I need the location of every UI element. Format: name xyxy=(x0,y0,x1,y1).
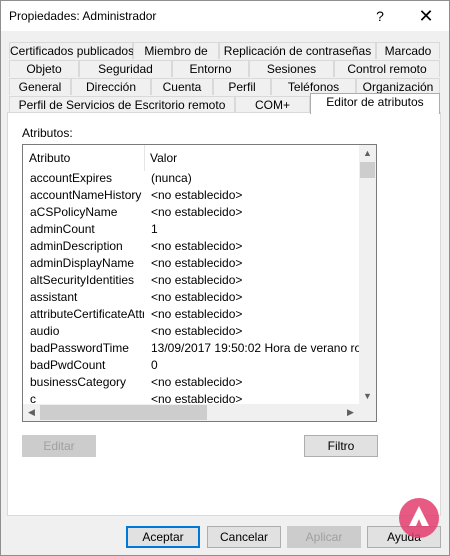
tab-seguridad[interactable]: Seguridad xyxy=(79,60,172,77)
attribute-name: adminDisplayName xyxy=(30,256,135,270)
help-title-button[interactable]: ? xyxy=(357,1,403,31)
tab-control-remoto[interactable]: Control remoto xyxy=(334,60,440,77)
attribute-value: <no establecido> xyxy=(151,290,243,304)
attribute-name: assistant xyxy=(30,290,78,304)
accept-button[interactable]: Aceptar xyxy=(126,526,200,548)
attribute-value: <no establecido> xyxy=(151,273,243,287)
attribute-value: <no establecido> xyxy=(151,205,243,219)
tab-miembro-de[interactable]: Miembro de xyxy=(133,42,219,59)
table-row[interactable]: accountNameHistory <no establecido> xyxy=(23,187,363,204)
attributes-list[interactable]: Atributo Valor accountExpires (nunca) acco… xyxy=(22,144,377,422)
tab-perfil[interactable]: Perfil xyxy=(213,78,271,95)
window-title: Propiedades: Administrador xyxy=(9,9,157,23)
table-row[interactable]: adminDescription <no establecido> xyxy=(23,238,363,255)
attribute-value: <no establecido> xyxy=(151,375,243,389)
tab-com-plus[interactable]: COM+ xyxy=(235,96,310,113)
attributes-label: Atributos: xyxy=(22,126,73,140)
table-row[interactable]: assistant <no establecido> xyxy=(23,289,363,306)
filter-button[interactable]: Filtro xyxy=(304,435,378,457)
table-row[interactable]: adminCount 1 xyxy=(23,221,363,238)
vertical-scroll-thumb[interactable] xyxy=(360,162,375,178)
tab-marcado[interactable]: Marcado xyxy=(376,42,440,59)
column-header-attribute[interactable]: Atributo xyxy=(23,145,144,171)
tab-cuenta[interactable]: Cuenta xyxy=(151,78,213,95)
scroll-corner xyxy=(359,404,376,421)
close-icon[interactable]: ✕ xyxy=(403,1,449,31)
tab-sesiones[interactable]: Sesiones xyxy=(249,60,334,77)
attribute-name: businessCategory xyxy=(30,375,127,389)
tab-editor-de-atributos[interactable]: Editor de atributos xyxy=(310,93,440,114)
attribute-name: attributeCertificateAttribute xyxy=(30,307,144,321)
attribute-value: 13/09/2017 19:50:02 Hora de verano roman… xyxy=(151,341,363,355)
table-row[interactable]: accountExpires (nunca) xyxy=(23,170,363,187)
scroll-down-icon[interactable]: ▼ xyxy=(359,388,376,405)
attribute-name: aCSPolicyName xyxy=(30,205,118,219)
attribute-name: audio xyxy=(30,324,60,338)
tab-replicacion-contrasenas[interactable]: Replicación de contraseñas xyxy=(219,42,376,59)
tab-certificados-publicados[interactable]: Certificados publicados xyxy=(9,42,134,59)
tab-general[interactable]: General xyxy=(9,78,71,95)
table-row[interactable]: altSecurityIdentities <no establecido> xyxy=(23,272,363,289)
table-row[interactable]: aCSPolicyName <no establecido> xyxy=(23,204,363,221)
attribute-name: adminCount xyxy=(30,222,95,236)
edit-button[interactable]: Editar xyxy=(22,435,96,457)
scroll-up-icon[interactable]: ▲ xyxy=(359,145,376,162)
horizontal-scrollbar[interactable]: ◀ ▶ xyxy=(23,404,359,421)
tab-objeto[interactable]: Objeto xyxy=(9,60,79,77)
horizontal-scroll-thumb[interactable] xyxy=(40,405,207,420)
title-bar: Propiedades: Administrador ? ✕ xyxy=(1,1,449,31)
tab-entorno[interactable]: Entorno xyxy=(172,60,249,77)
attribute-rows: accountExpires (nunca) accountNameHistory <… xyxy=(23,170,363,408)
tab-perfil-escritorio-remoto[interactable]: Perfil de Servicios de Escritorio remoto xyxy=(9,96,235,113)
attribute-value: <no establecido> xyxy=(151,307,243,321)
solvetic-logo-icon xyxy=(399,498,439,538)
attribute-name: altSecurityIdentities xyxy=(30,273,135,287)
attribute-value: 1 xyxy=(151,222,158,236)
attribute-name: accountNameHistory xyxy=(30,188,142,202)
cancel-button[interactable]: Cancelar xyxy=(207,526,281,548)
scroll-left-icon[interactable]: ◀ xyxy=(23,404,40,421)
attribute-value: <no establecido> xyxy=(151,324,243,338)
table-row[interactable]: adminDisplayName <no establecido> xyxy=(23,255,363,272)
tab-direccion[interactable]: Dirección xyxy=(71,78,151,95)
table-row[interactable]: badPasswordTime 13/09/2017 19:50:02 Hora … xyxy=(23,340,363,357)
attribute-value: 0 xyxy=(151,358,158,372)
attribute-name: badPasswordTime xyxy=(30,341,129,355)
attribute-value: <no establecido> xyxy=(151,256,243,270)
table-row[interactable]: businessCategory <no establecido> xyxy=(23,374,363,391)
attribute-value: (nunca) xyxy=(151,171,192,185)
apply-button[interactable]: Aplicar xyxy=(287,526,361,548)
attribute-name: adminDescription xyxy=(30,239,123,253)
table-row[interactable]: audio <no establecido> xyxy=(23,323,363,340)
table-row[interactable]: attributeCertificateAttribute <no estable… xyxy=(23,306,363,323)
attribute-value: <no establecido> xyxy=(151,239,243,253)
attribute-name: badPwdCount xyxy=(30,358,106,372)
table-row[interactable]: badPwdCount 0 xyxy=(23,357,363,374)
attribute-value: <no establecido> xyxy=(151,188,243,202)
column-header-value[interactable]: Valor xyxy=(144,145,359,171)
scroll-right-icon[interactable]: ▶ xyxy=(342,404,359,421)
attribute-name: accountExpires xyxy=(30,171,113,185)
vertical-scrollbar[interactable]: ▲ ▼ xyxy=(359,145,376,405)
